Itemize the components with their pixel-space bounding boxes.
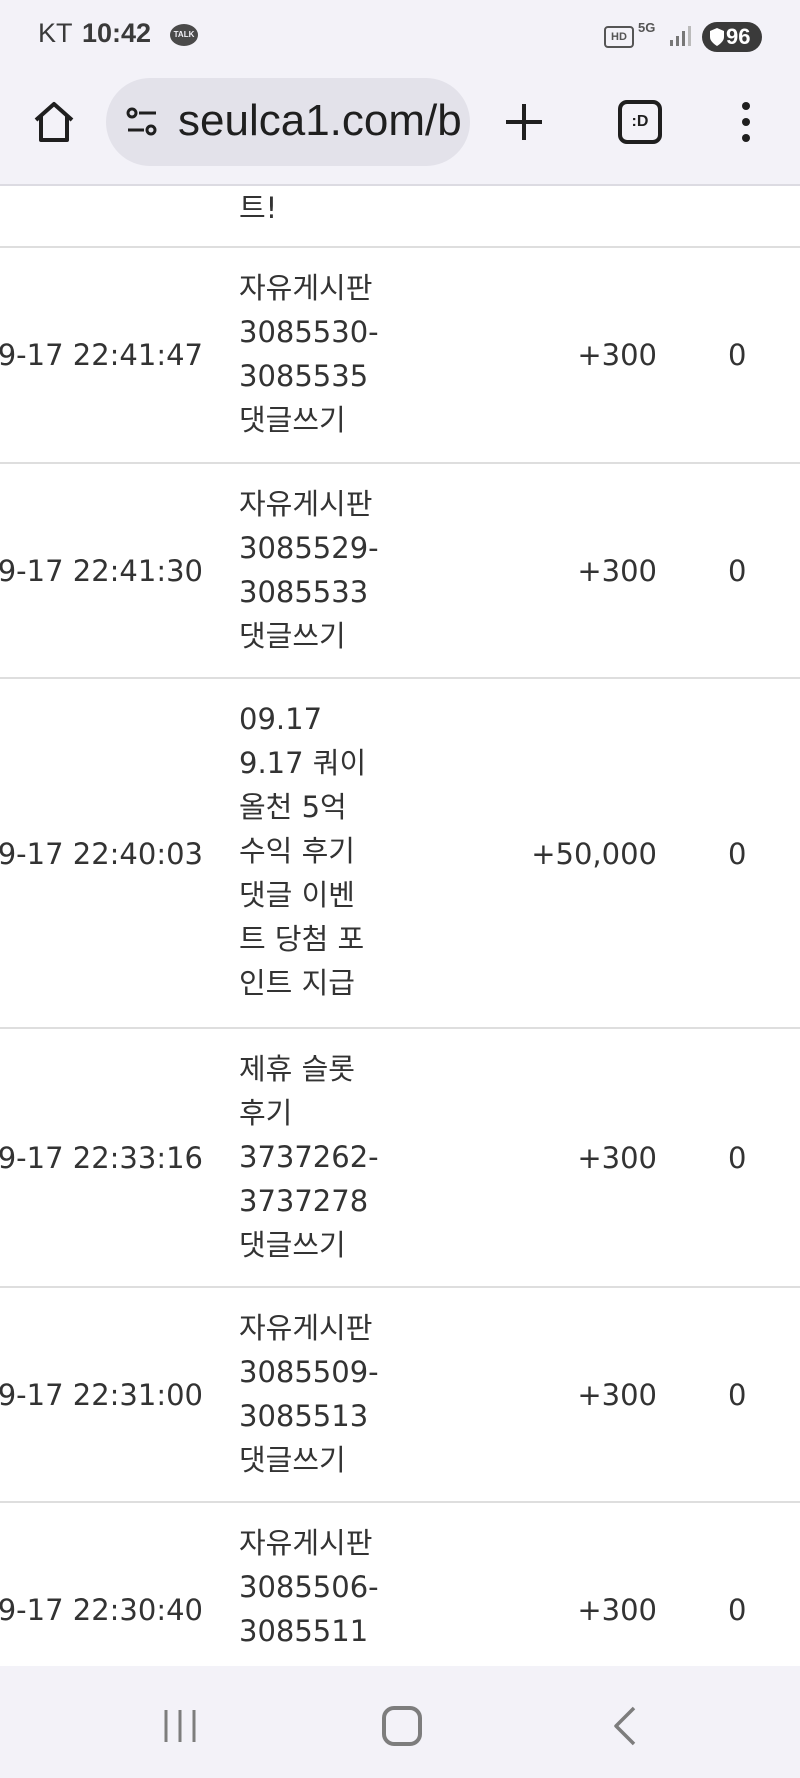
more-vert-icon[interactable] [736,100,756,144]
status-bar: KT 10:42 TALK HD 5G 96 [0,0,800,70]
row-point: +300 [577,1378,657,1412]
description-line: 수익 후기 [239,834,355,868]
description-line: 트! [239,191,278,225]
description-line: 댓글쓰기 [239,403,346,437]
battery-level: 96 [726,24,751,49]
description-line: 09.17 [239,702,323,736]
description-line: 3085533 [239,575,369,609]
table-row: 09-17 22:41:30 자유게시판 3085529- 3085533 댓글… [0,464,800,679]
url-text[interactable]: seulca1.com/b [178,96,460,146]
row-date: 09-17 22:33:16 [0,1141,203,1175]
table-row: 09-17 22:33:16 제휴 슬롯 후기 3737262- 3737278… [0,1029,800,1288]
row-date: 09-17 22:30:40 [0,1593,203,1627]
description-line: 댓글 이벤 [239,878,355,912]
row-point: +50,000 [531,837,657,871]
description-line: 자유게시판 [239,1311,373,1345]
point-history-table[interactable]: 트! 09-17 22:41:47 자유게시판 3085530- 3085535… [0,186,800,1666]
description-line: 3085529- [239,531,379,565]
description-line: 3085509- [239,1355,379,1389]
row-point: +300 [577,1593,657,1627]
row-description[interactable]: 제휴 슬롯 후기 3737262- 3737278 댓글쓰기 [239,1047,389,1267]
clock: 10:42 [82,18,152,48]
plus-icon[interactable] [502,100,546,144]
row-date: 09-17 22:41:47 [0,338,203,372]
description-line: 3085511 [239,1614,369,1648]
row-date: 09-17 22:41:30 [0,554,203,588]
description-line: 3085506- [239,1570,379,1604]
recent-apps-icon[interactable] [160,1708,200,1744]
battery-icon: 96 [702,22,762,52]
description-line: 댓글쓰기 [239,1228,346,1262]
description-line: 자유게시판 [239,1526,373,1560]
row-used-point: 0 [728,1593,747,1627]
table-row: 09-17 22:30:40 자유게시판 3085506- 3085511 +3… [0,1503,800,1666]
row-description[interactable]: 자유게시판 3085530- 3085535 댓글쓰기 [239,266,389,442]
row-used-point: 0 [728,1141,747,1175]
nav-home-icon[interactable] [382,1706,422,1746]
description-line: 올천 5억 [239,790,347,824]
row-used-point: 0 [728,338,747,372]
hd-voice-icon: HD [604,26,634,48]
table-row: 09-17 22:41:47 자유게시판 3085530- 3085535 댓글… [0,248,800,464]
table-row: 09-17 22:40:03 09.17 9.17 쿼이 올천 5억 수익 후기… [0,679,800,1029]
network-5g-icon: 5G [638,20,656,35]
row-description[interactable]: 자유게시판 3085509- 3085513 댓글쓰기 [239,1306,389,1482]
description-line: 자유게시판 [239,271,373,305]
description-line: 자유게시판 [239,487,373,521]
site-settings-icon[interactable] [124,104,160,140]
row-date: 09-17 22:40:03 [0,837,203,871]
description-line: 3737262- [239,1140,379,1174]
system-navigation-bar [0,1666,800,1778]
row-used-point: 0 [728,837,747,871]
row-point: +300 [577,554,657,588]
description-line: 인트 지급 [239,966,355,1000]
home-icon[interactable] [30,98,78,146]
row-description[interactable]: 09.17 9.17 쿼이 올천 5억 수익 후기 댓글 이벤 트 당첨 포 인… [239,697,389,1005]
back-icon[interactable] [610,1706,640,1746]
address-bar[interactable]: seulca1.com/b [106,78,470,166]
description-line: 제휴 슬롯 [239,1052,355,1086]
row-used-point: 0 [728,554,747,588]
kakaotalk-notification-icon: TALK [170,24,198,46]
tab-switcher-icon[interactable]: :D [618,100,662,144]
browser-toolbar: seulca1.com/b :D [0,70,800,186]
row-used-point: 0 [728,1378,747,1412]
description-line: 댓글쓰기 [239,619,346,653]
description-line: 후기 [239,1096,293,1130]
row-date: 09-17 22:31:00 [0,1378,203,1412]
row-point: +300 [577,338,657,372]
signal-strength-icon [670,26,691,46]
description-line: 트 당첨 포 [239,922,365,956]
table-row: 트! [0,186,800,248]
table-row: 09-17 22:31:00 자유게시판 3085509- 3085513 댓글… [0,1288,800,1503]
description-line: 3737278 [239,1184,369,1218]
row-description[interactable]: 자유게시판 3085529- 3085533 댓글쓰기 [239,482,389,658]
description-line: 댓글쓰기 [239,1443,346,1477]
description-line: 3085535 [239,359,369,393]
row-point: +300 [577,1141,657,1175]
carrier-label: KT [38,18,73,48]
row-description: 트! [239,186,389,230]
row-description[interactable]: 자유게시판 3085506- 3085511 [239,1521,389,1653]
description-line: 3085530- [239,315,379,349]
description-line: 3085513 [239,1399,369,1433]
description-line: 9.17 쿼이 [239,746,367,780]
shield-icon [710,28,724,46]
